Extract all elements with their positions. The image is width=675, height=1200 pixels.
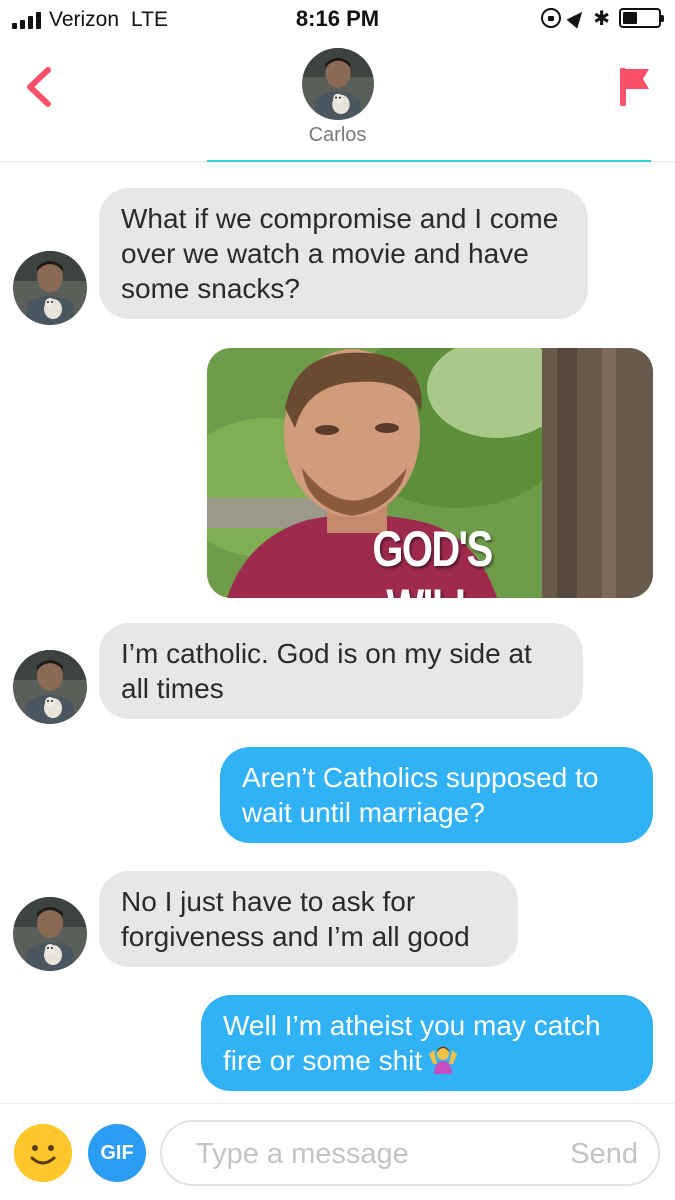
chevron-left-icon	[27, 67, 51, 107]
avatar-photo	[13, 897, 87, 971]
outgoing-message[interactable]: Aren’t Catholics supposed to wait until …	[220, 747, 653, 843]
outgoing-message[interactable]: Well I’m atheist you may catch fire or s…	[201, 995, 653, 1091]
contact-avatar[interactable]	[302, 48, 374, 120]
gif-button[interactable]: GIF	[88, 1124, 146, 1182]
rotation-lock-icon	[541, 8, 562, 28]
chat-header: Carlos	[0, 40, 675, 162]
battery-icon	[619, 8, 664, 28]
status-right: ✱	[541, 6, 664, 30]
incoming-message[interactable]: I’m catholic. God is on my side at all t…	[99, 623, 583, 719]
emoji-button[interactable]	[14, 1124, 72, 1182]
person-shrugging-icon	[429, 1046, 458, 1074]
smiley-icon	[14, 1124, 72, 1182]
message-composer: GIF Type a message Send	[0, 1103, 675, 1200]
contact-name[interactable]: Carlos	[0, 124, 675, 147]
avatar-photo	[13, 251, 87, 325]
scroll-indicator	[207, 160, 651, 162]
message-text: Well I’m atheist you may catch fire or s…	[223, 1010, 601, 1076]
bluetooth-icon: ✱	[593, 6, 610, 30]
status-bar: Verizon LTE 8:16 PM ✱	[0, 0, 675, 40]
avatar-photo	[13, 650, 87, 724]
gif-caption: GOD'S WILL	[372, 521, 493, 598]
sender-avatar[interactable]	[13, 897, 87, 971]
report-button[interactable]	[615, 64, 655, 110]
sender-avatar[interactable]	[13, 650, 87, 724]
back-button[interactable]	[20, 64, 60, 110]
send-button[interactable]: Send	[570, 1138, 638, 1171]
flag-icon	[620, 68, 649, 106]
battery-fill	[623, 12, 637, 24]
message-input[interactable]: Type a message Send	[160, 1120, 660, 1186]
incoming-message[interactable]: What if we compromise and I come over we…	[99, 188, 588, 319]
incoming-message[interactable]: No I just have to ask for forgiveness an…	[99, 871, 518, 967]
location-arrow-icon	[566, 7, 588, 29]
gif-message[interactable]: GOD'S WILL	[207, 348, 653, 598]
sender-avatar[interactable]	[13, 251, 87, 325]
input-placeholder: Type a message	[196, 1138, 409, 1170]
avatar-photo	[302, 48, 374, 120]
